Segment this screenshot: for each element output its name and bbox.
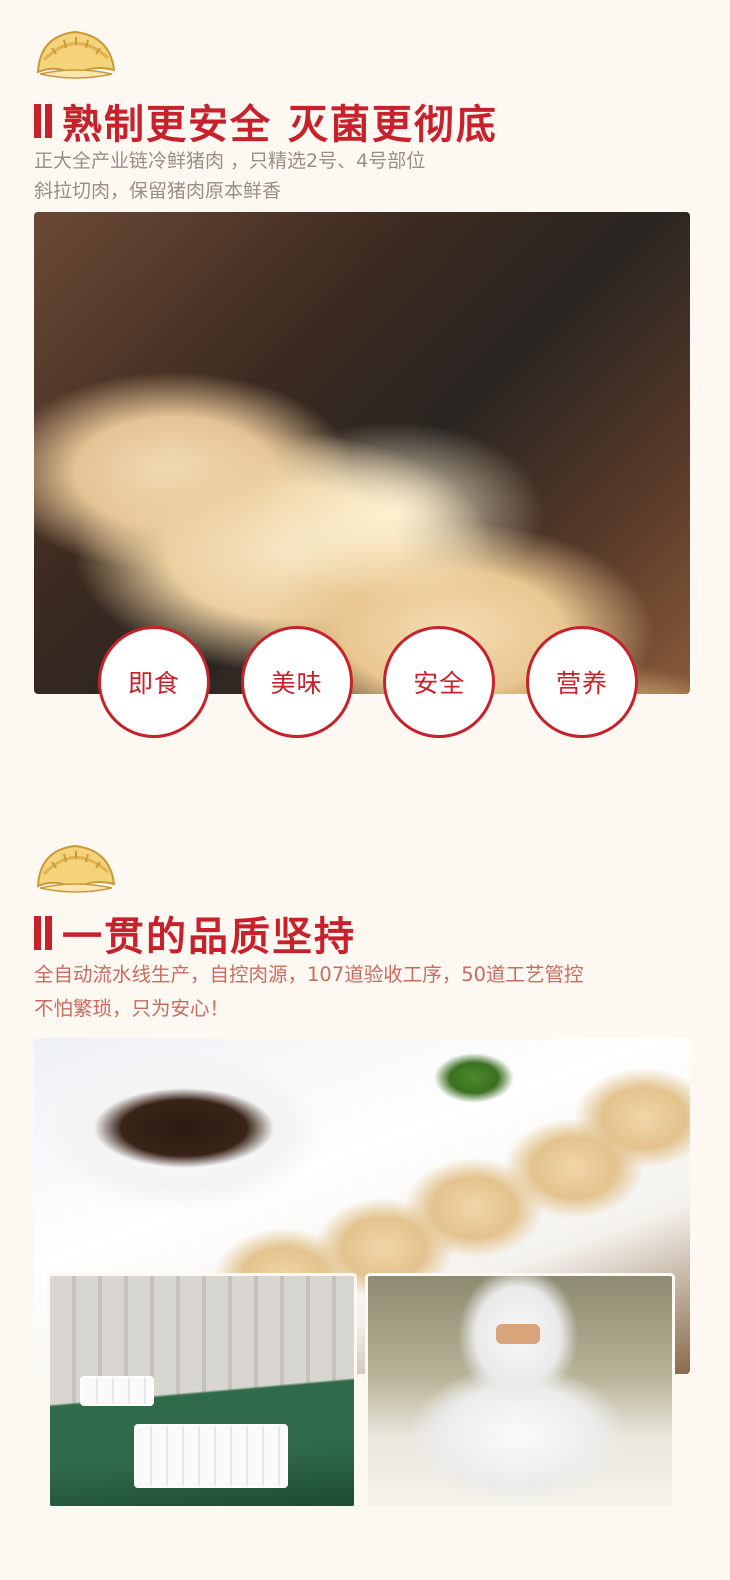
dumpling-icon (36, 844, 116, 893)
badge-nutritious: 营养 (525, 626, 638, 738)
production-line-photo (50, 1276, 354, 1506)
section-quality-safety: 熟制更安全 灭菌更彻底 正大全产业链冷鲜猪肉 ，只精选2号、4号部位 斜拉切肉，… (0, 0, 730, 800)
section-description: 正大全产业链冷鲜猪肉 ，只精选2号、4号部位 斜拉切肉，保留猪肉原本鲜香 (34, 146, 694, 206)
feature-badges: 即食 美味 安全 营养 (98, 626, 638, 742)
pan-fried-dumplings-photo (34, 212, 690, 694)
tray-shape (80, 1376, 154, 1406)
section-title: 一贯的品质坚持 (34, 904, 356, 962)
badge-delicious: 美味 (240, 626, 353, 738)
section-title: 熟制更安全 灭菌更彻底 (34, 92, 498, 150)
badge-safe: 安全 (383, 626, 496, 738)
section-description: 全自动流水线生产，自控肉源，107道验收工序，50道工艺管控 不怕繁琐，只为安心… (34, 958, 694, 1026)
dumpling-icon (36, 30, 116, 79)
tray-shape (134, 1424, 288, 1488)
description-line: 全自动流水线生产，自控肉源，107道验收工序，50道工艺管控 (34, 963, 584, 986)
description-line: 不怕繁琐，只为安心！ (34, 997, 230, 1020)
title-bars-icon (34, 104, 52, 138)
worker-face-shape (496, 1324, 540, 1344)
worker-photo (368, 1276, 672, 1506)
section-title-text: 熟制更安全 灭菌更彻底 (62, 102, 498, 148)
badge-ready-to-eat: 即食 (98, 626, 210, 738)
title-bars-icon (34, 916, 52, 950)
description-line: 正大全产业链冷鲜猪肉 ，只精选2号、4号部位 (34, 150, 426, 172)
description-line: 斜拉切肉，保留猪肉原本鲜香 (34, 180, 282, 202)
section-title-text: 一贯的品质坚持 (62, 914, 356, 960)
